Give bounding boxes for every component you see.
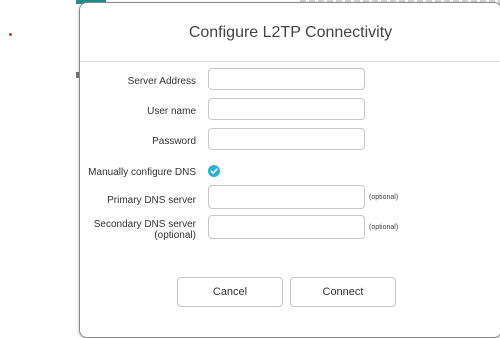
- status-dot: [9, 33, 12, 36]
- secondary-dns-label-line2: (optional): [154, 230, 196, 241]
- connect-button[interactable]: Connect: [290, 277, 396, 307]
- primary-dns-optional-hint: (optional): [369, 194, 399, 201]
- primary-dns-input[interactable]: [208, 185, 365, 209]
- manual-dns-checkbox[interactable]: [208, 165, 220, 177]
- secondary-dns-label-line1: Secondary DNS server: [93, 219, 196, 230]
- cancel-button[interactable]: Cancel: [177, 277, 283, 307]
- user-name-input[interactable]: [208, 98, 365, 120]
- secondary-dns-optional-hint: (optional): [369, 224, 399, 231]
- secondary-dns-label: Secondary DNS server (optional): [80, 219, 196, 241]
- manual-dns-label: Manually configure DNS: [88, 167, 196, 178]
- password-label: Password: [152, 136, 196, 147]
- checkmark-icon: [210, 168, 218, 174]
- title-divider: [80, 61, 500, 62]
- primary-dns-label: Primary DNS server: [107, 195, 196, 206]
- password-input[interactable]: [208, 128, 365, 150]
- dialog-title: Configure L2TP Connectivity: [188, 24, 393, 41]
- secondary-dns-input[interactable]: [208, 215, 365, 239]
- l2tp-config-dialog: Configure L2TP Connectivity Server Addre…: [79, 2, 500, 338]
- server-address-label: Server Address: [127, 76, 196, 87]
- server-address-input[interactable]: [208, 68, 365, 90]
- user-name-label: User name: [147, 106, 196, 117]
